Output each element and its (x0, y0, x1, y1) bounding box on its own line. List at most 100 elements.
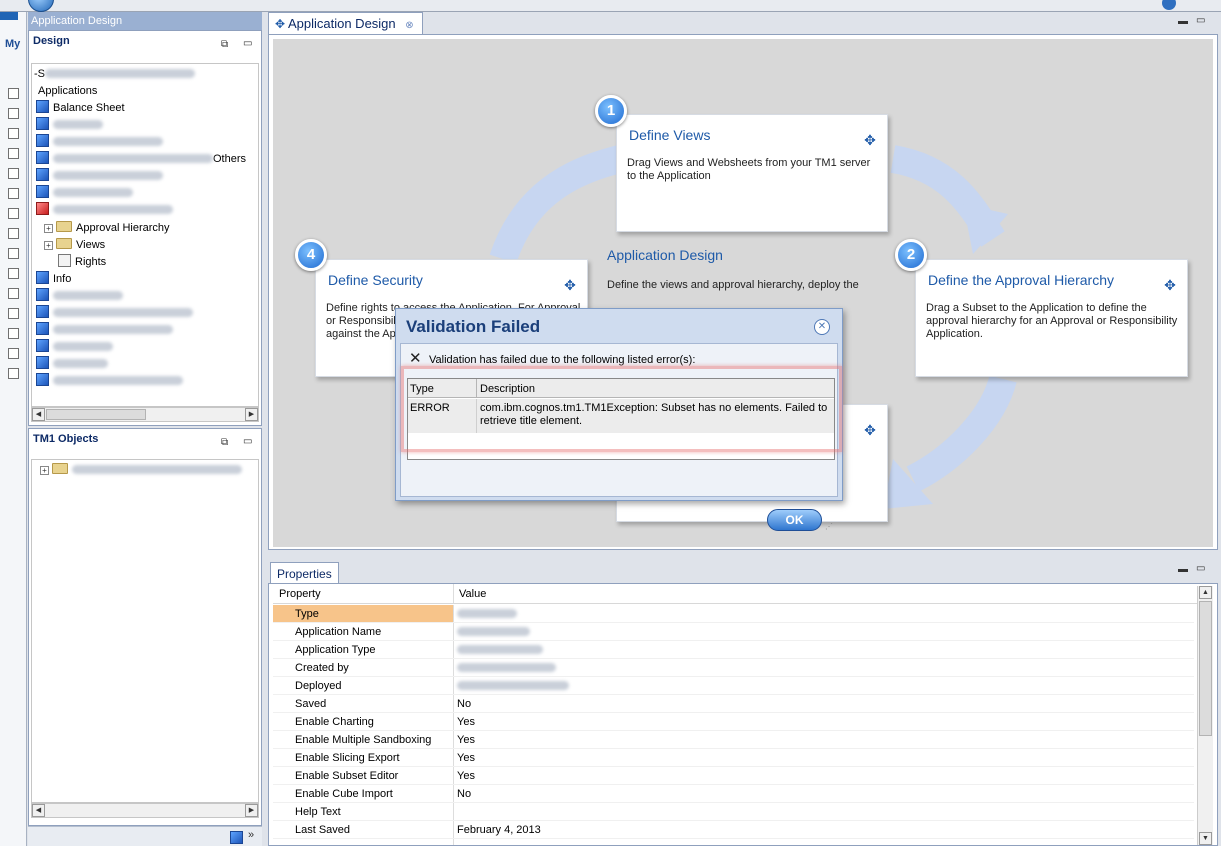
checkbox[interactable] (8, 108, 19, 119)
design-panel: Design ⧉ ▭ -S Applications Balance Sheet… (28, 30, 262, 426)
minimize-icon[interactable]: ▬ (1178, 564, 1188, 575)
property-row[interactable]: Saved No (273, 695, 1194, 713)
minimize-icon[interactable]: ▬ (1178, 16, 1188, 27)
redacted-text (53, 308, 193, 317)
checkbox[interactable] (8, 188, 19, 199)
checkbox[interactable] (8, 348, 19, 359)
property-row[interactable]: Enable Multiple Sandboxing Yes (273, 731, 1194, 749)
bottom-toolbar: » (28, 826, 262, 846)
tree-item-app[interactable] (36, 356, 108, 373)
checkbox[interactable] (8, 248, 19, 259)
column-header-value[interactable]: Value (459, 584, 486, 604)
checkbox[interactable] (8, 228, 19, 239)
tree-root[interactable]: -S (34, 66, 195, 83)
checkbox[interactable] (8, 168, 19, 179)
scroll-thumb[interactable] (1199, 601, 1212, 736)
minimize-icon[interactable]: ⧉ (221, 437, 228, 448)
move-icon[interactable]: ✥ (863, 423, 877, 437)
horizontal-scrollbar[interactable]: ◀ ▶ (31, 803, 259, 818)
maximize-icon[interactable]: ▭ (243, 436, 252, 447)
scroll-down-icon[interactable]: ▼ (1199, 832, 1212, 845)
maximize-icon[interactable]: ▭ (243, 38, 252, 49)
tree-item-app[interactable] (36, 339, 113, 356)
property-row[interactable]: Application Type (273, 641, 1194, 659)
tree-item-app[interactable] (36, 168, 163, 185)
card-description: Drag Views and Websheets from your TM1 s… (627, 157, 871, 182)
tab-application-design[interactable]: ✥ Application Design ⊗ (268, 12, 423, 34)
maximize-icon[interactable]: ▭ (1196, 563, 1205, 574)
tree-item-applications[interactable]: Applications (38, 83, 97, 100)
application-icon (36, 100, 49, 113)
minimize-icon[interactable]: ⧉ (221, 39, 228, 50)
checkbox[interactable] (8, 268, 19, 279)
checkbox[interactable] (8, 368, 19, 379)
move-icon[interactable]: ✥ (863, 133, 877, 147)
tree-item-approval-hierarchy[interactable]: + Approval Hierarchy (44, 220, 170, 237)
tree-item-app[interactable] (36, 117, 103, 134)
properties-table: Property Value Type Application Name Appli… (268, 583, 1218, 846)
horizontal-scrollbar[interactable]: ◀ ▶ (31, 407, 259, 422)
scroll-right-icon[interactable]: ▶ (245, 408, 258, 421)
card-define-views[interactable]: Define Views ✥ Drag Views and Websheets … (616, 114, 888, 232)
ok-button[interactable]: OK (767, 509, 822, 531)
scroll-up-icon[interactable]: ▲ (1199, 586, 1212, 599)
tree-item-app[interactable] (36, 288, 123, 305)
property-row[interactable]: Help Text (273, 803, 1194, 821)
tree-item-app[interactable] (36, 305, 193, 322)
folder-icon (52, 463, 68, 474)
property-name: Enable Subset Editor (295, 770, 399, 782)
application-icon[interactable] (230, 831, 243, 844)
chevron-right-icon[interactable]: » (248, 829, 254, 841)
tree-item-views[interactable]: + Views (44, 237, 105, 254)
property-row[interactable]: Deployed (273, 677, 1194, 695)
tm1-server-node[interactable]: + (40, 462, 242, 479)
tree-item-app[interactable]: Balance Sheet (36, 100, 125, 117)
tree-item-info[interactable]: Info (36, 271, 71, 288)
property-row[interactable]: Application Name (273, 623, 1194, 641)
property-name: Application Type (295, 644, 376, 656)
checkbox[interactable] (8, 148, 19, 159)
tree-item-app-error[interactable] (36, 202, 173, 219)
checkbox[interactable] (8, 128, 19, 139)
tree-item-label: Approval Hierarchy (76, 222, 170, 234)
property-row[interactable]: Created by (273, 659, 1194, 677)
scroll-thumb[interactable] (46, 409, 146, 420)
maximize-icon[interactable]: ▭ (1196, 15, 1205, 26)
property-row[interactable]: Enable Charting Yes (273, 713, 1194, 731)
tab-properties[interactable]: Properties (270, 562, 339, 584)
checkbox[interactable] (8, 88, 19, 99)
checkbox[interactable] (8, 288, 19, 299)
tree-item-rights[interactable]: Rights (58, 254, 106, 271)
left-strip-accent (0, 12, 18, 20)
move-icon[interactable]: ✥ (1163, 278, 1177, 292)
property-row[interactable]: Enable Slicing Export Yes (273, 749, 1194, 767)
vertical-scrollbar[interactable]: ▲ ▼ (1197, 586, 1213, 845)
property-row[interactable]: Enable Subset Editor Yes (273, 767, 1194, 785)
tree-item-app[interactable] (36, 185, 133, 202)
expand-icon[interactable]: + (44, 224, 53, 233)
tree-item-app[interactable]: Others (36, 151, 246, 168)
tree-item-app[interactable] (36, 373, 183, 390)
tree-item-app[interactable] (36, 322, 173, 339)
checkbox[interactable] (8, 308, 19, 319)
column-header-property[interactable]: Property (279, 584, 321, 604)
expand-icon[interactable]: + (44, 241, 53, 250)
tree-item-app[interactable] (36, 134, 163, 151)
property-row[interactable]: Enable Cube Import No (273, 785, 1194, 803)
scroll-left-icon[interactable]: ◀ (32, 408, 45, 421)
checkbox[interactable] (8, 328, 19, 339)
card-title: Define Views (629, 127, 711, 143)
card-define-approval-hierarchy[interactable]: Define the Approval Hierarchy ✥ Drag a S… (915, 259, 1188, 377)
scroll-right-icon[interactable]: ▶ (245, 804, 258, 817)
move-icon[interactable]: ✥ (563, 278, 577, 292)
close-icon[interactable]: ✕ (814, 319, 830, 335)
expand-icon[interactable]: + (40, 466, 49, 475)
property-row[interactable]: Last Saved February 4, 2013 (273, 821, 1194, 839)
property-row[interactable]: Type (273, 605, 1194, 623)
scroll-left-icon[interactable]: ◀ (32, 804, 45, 817)
redacted-text (53, 205, 173, 214)
resize-grip-icon[interactable]: ⋰ (825, 522, 833, 531)
close-icon[interactable]: ⊗ (405, 20, 413, 31)
redacted-text (457, 627, 530, 636)
checkbox[interactable] (8, 208, 19, 219)
